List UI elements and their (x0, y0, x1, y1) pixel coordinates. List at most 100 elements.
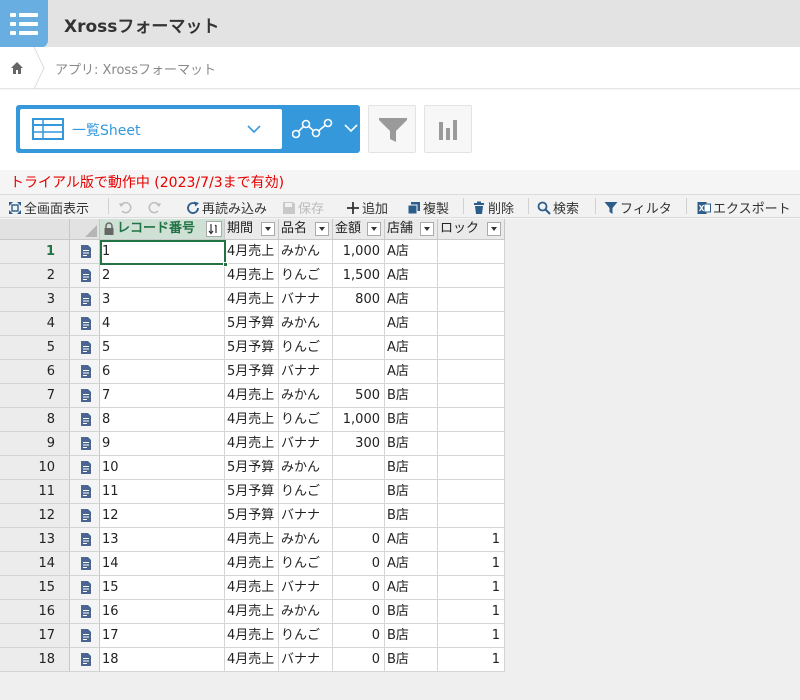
row-number[interactable]: 18 (0, 648, 70, 672)
cell-store[interactable]: A店 (385, 312, 438, 336)
fill-handle[interactable] (223, 262, 228, 267)
cell-period[interactable]: 5月予算 (225, 480, 279, 504)
cell-record-no[interactable]: 9 (100, 432, 225, 456)
cell-record-no[interactable]: 13 (100, 528, 225, 552)
column-header-record-no[interactable]: レコード番号 (100, 219, 225, 240)
open-record-button[interactable] (70, 264, 100, 288)
row-number[interactable]: 9 (0, 432, 70, 456)
cell-lock[interactable]: 1 (438, 648, 505, 672)
column-filter-dropdown[interactable] (367, 222, 381, 236)
cell-product[interactable]: バナナ (279, 432, 333, 456)
view-dropdown[interactable]: 一覧Sheet (20, 109, 282, 149)
open-record-button[interactable] (70, 624, 100, 648)
row-number[interactable]: 2 (0, 264, 70, 288)
cell-record-no[interactable]: 7 (100, 384, 225, 408)
cell-period[interactable]: 4月売上 (225, 264, 279, 288)
cell-record-no[interactable]: 5 (100, 336, 225, 360)
cell-lock[interactable] (438, 240, 505, 264)
open-record-button[interactable] (70, 456, 100, 480)
row-number[interactable]: 11 (0, 480, 70, 504)
breadcrumb-app-link[interactable]: アプリ: Xrossフォーマット (55, 59, 216, 78)
cell-period[interactable]: 4月売上 (225, 528, 279, 552)
open-record-button[interactable] (70, 480, 100, 504)
filter-button[interactable] (368, 105, 416, 153)
cell-record-no[interactable]: 12 (100, 504, 225, 528)
cell-amount[interactable]: 500 (333, 384, 385, 408)
cell-amount[interactable] (333, 480, 385, 504)
cell-amount[interactable]: 0 (333, 528, 385, 552)
column-header-period[interactable]: 期間 (225, 219, 279, 240)
cell-store[interactable]: B店 (385, 384, 438, 408)
sort-icon[interactable] (206, 221, 222, 237)
cell-store[interactable]: A店 (385, 576, 438, 600)
cell-store[interactable]: B店 (385, 456, 438, 480)
open-record-button[interactable] (70, 408, 100, 432)
cell-amount[interactable]: 800 (333, 288, 385, 312)
export-button[interactable]: エクスポート (697, 198, 791, 217)
open-record-button[interactable] (70, 312, 100, 336)
filter-toolbar-button[interactable]: フィルタ (604, 198, 672, 217)
cell-lock[interactable] (438, 432, 505, 456)
cell-period[interactable]: 5月予算 (225, 336, 279, 360)
row-number[interactable]: 6 (0, 360, 70, 384)
row-number[interactable]: 1 (0, 240, 70, 264)
cell-period[interactable]: 4月売上 (225, 288, 279, 312)
graph-chart-button[interactable] (424, 105, 472, 153)
cell-lock[interactable] (438, 288, 505, 312)
cell-store[interactable]: A店 (385, 288, 438, 312)
column-header-lock[interactable]: ロック (438, 219, 505, 240)
app-list-icon[interactable] (0, 0, 48, 48)
cell-record-no[interactable]: 16 (100, 600, 225, 624)
cell-product[interactable]: りんご (279, 480, 333, 504)
cell-period[interactable]: 5月予算 (225, 456, 279, 480)
cell-record-no[interactable]: 11 (100, 480, 225, 504)
cell-record-no[interactable]: 4 (100, 312, 225, 336)
open-record-button[interactable] (70, 552, 100, 576)
cell-record-no[interactable]: 2 (100, 264, 225, 288)
cell-amount[interactable]: 1,000 (333, 408, 385, 432)
row-number[interactable]: 7 (0, 384, 70, 408)
column-header-product[interactable]: 品名 (279, 219, 333, 240)
cell-product[interactable]: りんご (279, 552, 333, 576)
cell-product[interactable]: みかん (279, 456, 333, 480)
row-number[interactable]: 13 (0, 528, 70, 552)
cell-product[interactable]: りんご (279, 264, 333, 288)
cell-period[interactable]: 4月売上 (225, 624, 279, 648)
cell-store[interactable]: A店 (385, 360, 438, 384)
save-button[interactable]: 保存 (282, 198, 324, 217)
cell-store[interactable]: B店 (385, 504, 438, 528)
column-filter-dropdown[interactable] (420, 222, 434, 236)
cell-product[interactable]: みかん (279, 384, 333, 408)
delete-button[interactable]: 削除 (472, 198, 514, 217)
cell-period[interactable]: 4月売上 (225, 432, 279, 456)
cell-record-no[interactable]: 10 (100, 456, 225, 480)
cell-lock[interactable]: 1 (438, 528, 505, 552)
cell-product[interactable]: みかん (279, 528, 333, 552)
cell-product[interactable]: りんご (279, 624, 333, 648)
row-number[interactable]: 14 (0, 552, 70, 576)
cell-lock[interactable]: 1 (438, 576, 505, 600)
cell-lock[interactable] (438, 480, 505, 504)
cell-store[interactable]: B店 (385, 408, 438, 432)
open-record-button[interactable] (70, 432, 100, 456)
cell-amount[interactable]: 0 (333, 648, 385, 672)
cell-period[interactable]: 5月予算 (225, 504, 279, 528)
cell-amount[interactable]: 0 (333, 552, 385, 576)
cell-period[interactable]: 4月売上 (225, 576, 279, 600)
cell-product[interactable]: バナナ (279, 648, 333, 672)
row-number[interactable]: 10 (0, 456, 70, 480)
cell-period[interactable]: 4月売上 (225, 384, 279, 408)
row-number[interactable]: 8 (0, 408, 70, 432)
cell-store[interactable]: A店 (385, 336, 438, 360)
cell-store[interactable]: B店 (385, 600, 438, 624)
cell-product[interactable]: りんご (279, 408, 333, 432)
row-number[interactable]: 4 (0, 312, 70, 336)
cell-period[interactable]: 4月売上 (225, 648, 279, 672)
cell-product[interactable]: バナナ (279, 288, 333, 312)
cell-store[interactable]: B店 (385, 480, 438, 504)
open-record-button[interactable] (70, 600, 100, 624)
cell-lock[interactable] (438, 312, 505, 336)
graph-button[interactable] (282, 105, 360, 153)
column-header-amount[interactable]: 金額 (333, 219, 385, 240)
cell-amount[interactable]: 0 (333, 624, 385, 648)
